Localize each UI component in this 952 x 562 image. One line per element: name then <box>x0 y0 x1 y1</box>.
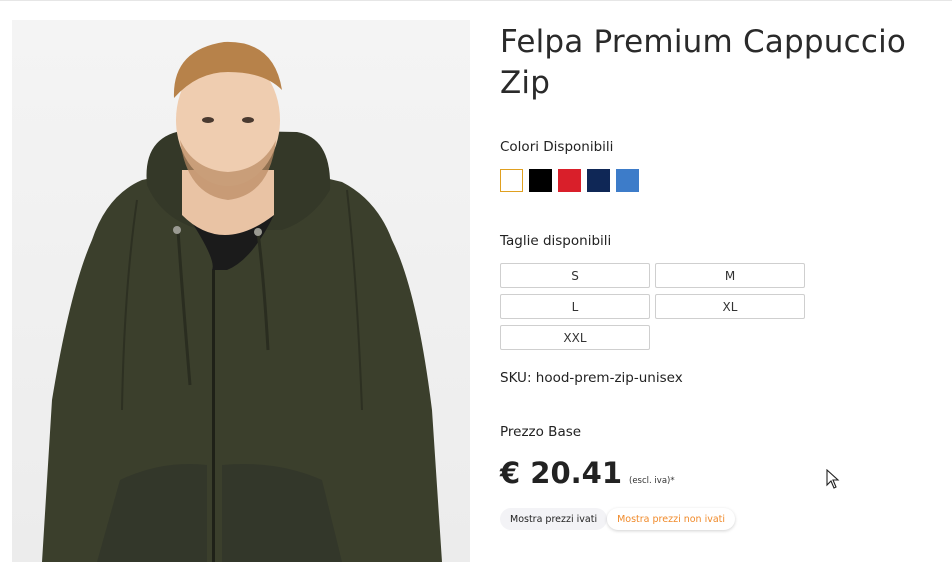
color-swatches <box>500 169 639 192</box>
color-swatch-bianco[interactable] <box>500 169 523 192</box>
size-option-xl[interactable]: XL <box>655 294 805 319</box>
color-swatch-azzurro[interactable] <box>616 169 639 192</box>
show-prices-without-vat-button[interactable]: Mostra prezzi non ivati <box>607 508 736 530</box>
size-option-l[interactable]: L <box>500 294 650 319</box>
color-swatch-nero[interactable] <box>529 169 552 192</box>
vat-toggle: Mostra prezzi ivati Mostra prezzi non iv… <box>500 508 736 530</box>
top-divider <box>0 0 952 1</box>
hoodie-model-illustration <box>42 41 442 562</box>
product-title: Felpa Premium Cappuccio Zip <box>500 24 907 101</box>
size-option-m[interactable]: M <box>655 263 805 288</box>
price-block: € 20.41 (escl. iva)* <box>500 456 675 490</box>
price-value: € 20.41 <box>500 456 623 490</box>
mouse-pointer-icon <box>826 468 840 493</box>
sizes-label: Taglie disponibili <box>500 233 612 249</box>
size-option-xxl[interactable]: XXL <box>500 325 650 350</box>
sku-text: SKU: hood-prem-zip-unisex <box>500 370 683 386</box>
color-swatch-blu-navy[interactable] <box>587 169 610 192</box>
price-vat-note: (escl. iva)* <box>629 476 675 486</box>
colors-label: Colori Disponibili <box>500 139 614 155</box>
show-prices-with-vat-button[interactable]: Mostra prezzi ivati <box>500 508 608 530</box>
size-option-s[interactable]: S <box>500 263 650 288</box>
product-image[interactable] <box>12 20 470 562</box>
color-swatch-rosso[interactable] <box>558 169 581 192</box>
price-label: Prezzo Base <box>500 424 582 440</box>
